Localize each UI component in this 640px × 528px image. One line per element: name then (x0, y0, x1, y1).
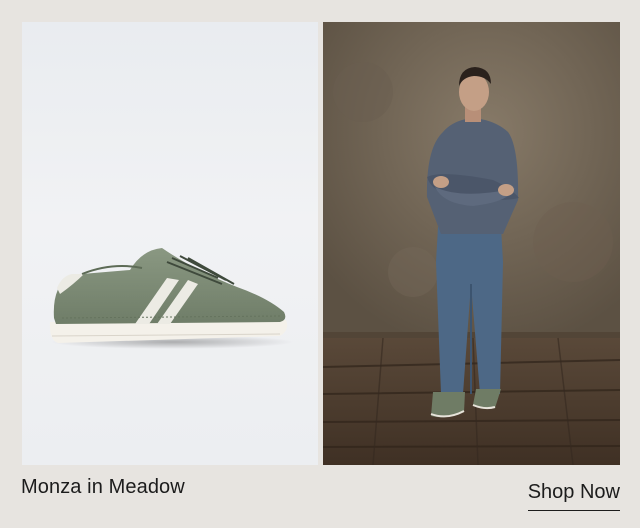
shop-now-link[interactable]: Shop Now (527, 481, 620, 511)
sneaker-image (49, 248, 294, 349)
product-image-panel[interactable] (22, 22, 318, 465)
lifestyle-image-panel[interactable] (323, 22, 620, 465)
model-image (323, 22, 620, 465)
product-name: Monza in Meadow (21, 476, 185, 498)
